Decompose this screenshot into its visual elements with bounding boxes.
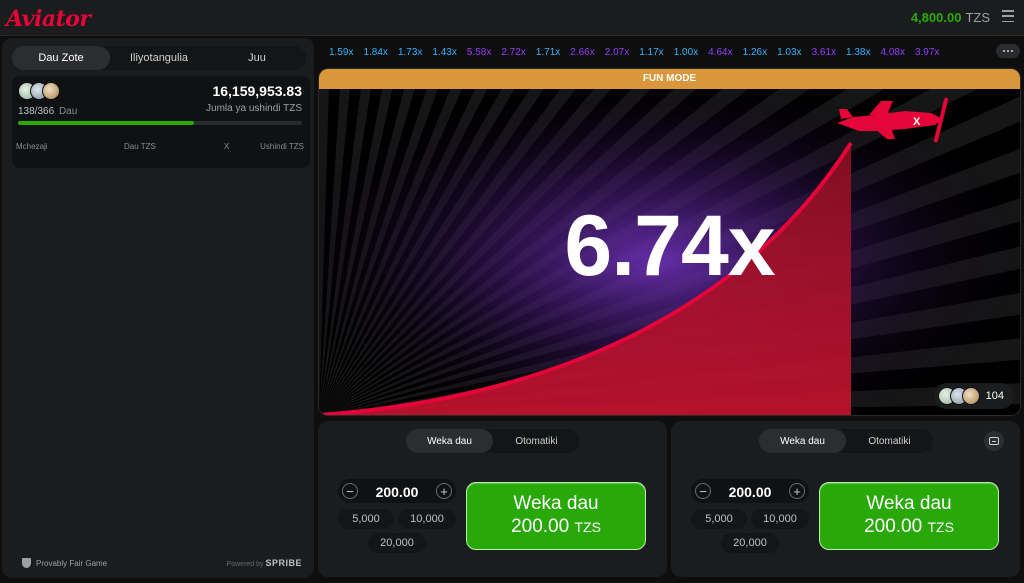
- total-win-label: Jumla ya ushindi TZS: [206, 103, 302, 114]
- quick-stake-5000[interactable]: 5,000: [691, 509, 747, 529]
- game-canvas: X FUN MODE 6.74x 104: [318, 68, 1021, 416]
- history-multiplier[interactable]: 1.00x: [674, 47, 698, 58]
- provably-fair-label: Provably Fair Game: [36, 558, 108, 568]
- tab-all-bets[interactable]: Dau Zote: [12, 46, 110, 70]
- balance-amount: 4,800.00: [910, 10, 962, 25]
- total-win-value: 16,159,953.83: [212, 83, 302, 99]
- history-multiplier[interactable]: 2.72x: [501, 47, 525, 58]
- bet-panel-2: Weka dau Otomatiki − 200.00 + 5,000 10,0…: [671, 421, 1020, 577]
- bets-summary: 138/366 Dau 16,159,953.83 Jumla ya ushin…: [12, 76, 310, 168]
- history-multiplier[interactable]: 1.84x: [363, 47, 387, 58]
- place-bet-button[interactable]: Weka dau 200.00 TZS: [819, 482, 999, 550]
- place-bet-button[interactable]: Weka dau 200.00 TZS: [466, 482, 646, 550]
- current-multiplier: 6.74x: [564, 198, 775, 294]
- bets-count-value: 138/366: [18, 106, 55, 117]
- increase-stake-button[interactable]: +: [436, 483, 452, 499]
- powered-by: Powered by SPRIBE: [227, 558, 302, 568]
- bets-count-label: Dau: [58, 106, 78, 117]
- spribe-logo: SPRIBE: [265, 558, 302, 568]
- balance-currency: TZS: [965, 10, 990, 25]
- col-multiplier: X: [224, 142, 230, 151]
- history-multiplier[interactable]: 2.07x: [605, 47, 629, 58]
- col-bet: Dau TZS: [124, 142, 156, 151]
- bet-mode-tabs: Weka dau Otomatiki: [759, 429, 933, 453]
- bet-amount: 200.00: [864, 516, 923, 537]
- history-multiplier[interactable]: 1.71x: [536, 47, 560, 58]
- minus-box-icon: [989, 437, 999, 445]
- bet-mode-tabs: Weka dau Otomatiki: [406, 429, 580, 453]
- players-online: 104: [933, 383, 1014, 409]
- tab-auto[interactable]: Otomatiki: [493, 429, 580, 453]
- bets-count: 138/366 Dau: [18, 106, 77, 117]
- avatar: [42, 82, 60, 100]
- tab-previous[interactable]: Iliyotangulia: [110, 46, 208, 70]
- bet-currency: TZS: [927, 519, 954, 535]
- remove-panel-button[interactable]: [984, 431, 1004, 451]
- players-online-count: 104: [985, 390, 1004, 402]
- tab-top[interactable]: Juu: [208, 46, 306, 70]
- history-multiplier[interactable]: 3.97x: [915, 47, 939, 58]
- place-bet-amount: 200.00 TZS: [467, 516, 645, 538]
- place-bet-amount: 200.00 TZS: [820, 516, 998, 538]
- place-bet-label: Weka dau: [513, 493, 599, 514]
- online-avatars: [937, 387, 980, 405]
- increase-stake-button[interactable]: +: [789, 483, 805, 499]
- quick-stake-10000[interactable]: 10,000: [751, 509, 809, 529]
- history-multiplier[interactable]: 5.58x: [467, 47, 491, 58]
- history-multiplier[interactable]: 1.38x: [846, 47, 870, 58]
- history-multiplier[interactable]: 1.59x: [329, 47, 353, 58]
- tab-bet[interactable]: Weka dau: [759, 429, 846, 453]
- history-multiplier[interactable]: 1.03x: [777, 47, 801, 58]
- bets-tabs: Dau Zote Iliyotangulia Juu: [12, 46, 306, 70]
- quick-stake-10000[interactable]: 10,000: [398, 509, 456, 529]
- provably-fair-link[interactable]: Provably Fair Game: [22, 558, 107, 568]
- powered-by-label: Powered by: [226, 561, 264, 568]
- history-multiplier[interactable]: 1.73x: [398, 47, 422, 58]
- stake-stepper[interactable]: − 200.00 +: [338, 479, 456, 503]
- history-multiplier[interactable]: 4.08x: [881, 47, 905, 58]
- quick-stake-5000[interactable]: 5,000: [338, 509, 394, 529]
- tab-bet[interactable]: Weka dau: [406, 429, 493, 453]
- quick-stake-20000[interactable]: 20,000: [721, 533, 779, 553]
- bet-amount: 200.00: [511, 516, 570, 537]
- history-multiplier[interactable]: 4.64x: [708, 47, 732, 58]
- player-avatars: [18, 82, 60, 100]
- avatar: [961, 387, 980, 405]
- bets-sidebar: Dau Zote Iliyotangulia Juu 138/366 Dau 1…: [2, 38, 314, 578]
- shield-icon: [22, 558, 31, 568]
- place-bet-label: Weka dau: [866, 493, 952, 514]
- tab-auto[interactable]: Otomatiki: [846, 429, 933, 453]
- top-bar: Aviator 4,800.00 TZS: [0, 0, 1024, 36]
- quick-stake-20000[interactable]: 20,000: [368, 533, 426, 553]
- bet-panel-1: Weka dau Otomatiki − 200.00 + 5,000 10,0…: [318, 421, 667, 577]
- history-multiplier[interactable]: 3.61x: [812, 47, 836, 58]
- history-multiplier[interactable]: 1.43x: [432, 47, 456, 58]
- stake-stepper[interactable]: − 200.00 +: [691, 479, 809, 503]
- bet-currency: TZS: [574, 519, 601, 535]
- svg-text:X: X: [913, 116, 921, 128]
- progress-fill: [18, 121, 195, 125]
- col-player: Mchezaji: [16, 142, 48, 151]
- more-history-button[interactable]: [996, 44, 1020, 58]
- history-multiplier[interactable]: 1.17x: [639, 47, 663, 58]
- col-win: Ushindi TZS: [260, 142, 304, 151]
- fun-mode-banner: FUN MODE: [319, 69, 1020, 89]
- balance-display: 4,800.00 TZS: [911, 10, 990, 25]
- history-multiplier[interactable]: 1.26x: [743, 47, 767, 58]
- bets-progress-bar: [18, 121, 302, 125]
- history-multiplier[interactable]: 2.66x: [570, 47, 594, 58]
- hamburger-menu-icon[interactable]: [1002, 10, 1014, 22]
- multiplier-history: 1.59x 1.84x 1.73x 1.43x 5.58x 2.72x 1.71x 2.66x…: [324, 42, 988, 62]
- aviator-logo[interactable]: Aviator: [6, 6, 91, 32]
